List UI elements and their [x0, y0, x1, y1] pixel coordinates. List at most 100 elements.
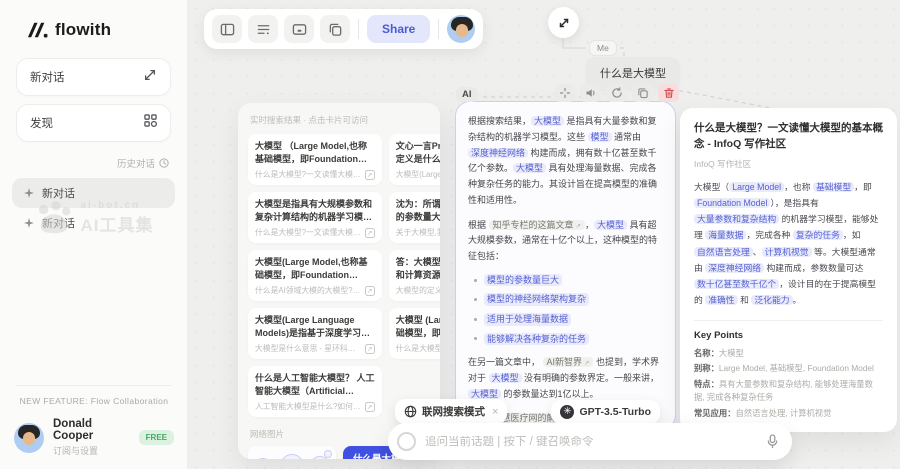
new-feature-banner[interactable]: NEW FEATURE: Flow Collaboration — [14, 396, 174, 406]
card-source: 什么是AI领域大模的大模型?… — [255, 285, 361, 296]
watermark-title: AI工具集 — [81, 211, 154, 236]
highlighted-term[interactable]: 大模型 — [594, 220, 627, 230]
source-preview-panel[interactable]: 什么是大模型？一文读懂大模型的基本概念 - InfoQ 写作社区 InfoQ 写… — [680, 108, 897, 432]
ai-node-label: AI — [456, 87, 478, 102]
ai-paragraph: 根据搜索结果，大模型 是指具有大量参数和复杂结构的机器学习模型。这些 模型 通常… — [468, 114, 663, 209]
search-result-card[interactable]: 大模型(Large Language Models)是指基于深度学习…大模型是什… — [248, 308, 382, 359]
highlighted-term[interactable]: 复杂的任务 — [793, 230, 843, 240]
highlighted-term[interactable]: 大模型 — [513, 163, 546, 173]
source-site: InfoQ 写作社区 — [694, 158, 883, 170]
regenerate-button[interactable] — [606, 84, 627, 102]
card-source: 人工智能大模型是什么?如何… — [255, 401, 361, 412]
external-link-icon: ↗ — [365, 228, 375, 238]
card-title: 什么是人工智能大模型？ 人工智能大模型（Artificial… — [255, 372, 375, 397]
highlighted-term[interactable]: 准确性 — [705, 295, 737, 305]
external-link-icon: ↗ — [365, 402, 375, 412]
model-selector-chip[interactable]: ✳ GPT-3.5-Turbo — [551, 400, 660, 424]
highlighted-term[interactable]: 海量数据 — [705, 230, 746, 240]
duplicate-button[interactable] — [320, 15, 350, 43]
card-title: 大模型 （Large Model,也称基础模型，即Foundation… — [255, 140, 375, 165]
delete-node-button[interactable] — [658, 84, 679, 102]
highlighted-term[interactable]: Foundation Model — [694, 198, 770, 208]
highlighted-term[interactable]: 数十亿甚至数千亿个 — [694, 279, 779, 289]
ai-bullet-list: 模型的参数量巨大模型的神经网络架构复杂适用于处理海量数据能够解决各种复杂的任务 — [474, 274, 663, 345]
image-thumbnail-circles[interactable] — [248, 446, 336, 459]
user-avatar[interactable] — [14, 423, 44, 453]
search-results-header: 实时搜索结果 · 点击卡片可访问 — [250, 114, 430, 126]
highlighted-term[interactable]: 大模型 — [468, 389, 501, 399]
composer-input[interactable] — [425, 436, 766, 448]
key-point-row: 别称：Large Model, 基础模型, Foundation Model — [694, 362, 883, 375]
ai-response-node[interactable]: 根据搜索结果，大模型 是指具有大量参数和复杂结构的机器学习模型。这些 模型 通常… — [455, 101, 676, 430]
share-button[interactable]: Share — [367, 15, 430, 43]
source-link-chip[interactable]: AI新智界↗ — [543, 357, 594, 367]
watermark-domain: ai-bot.cn — [81, 200, 154, 211]
search-result-card[interactable]: 沈为：所谓大模型就是指模型的参数量大，但学术界并没…关于大模型,我和专业人士一…… — [389, 192, 440, 243]
flow-canvas[interactable]: Share Me 什么是大模型 AI 根据搜索结果，大模型 是指具有大量参数和复… — [188, 0, 900, 469]
present-button[interactable] — [284, 15, 314, 43]
highlighted-term[interactable]: 大量参数和复杂结构 — [694, 214, 779, 224]
divider — [694, 320, 883, 321]
sidebar: flowith 新对话 发现 历史对话 新对话 新对话 ai-bot.cn AI… — [0, 0, 188, 469]
read-aloud-button[interactable] — [580, 84, 601, 102]
user-subtitle[interactable]: 订阅与设置 — [53, 444, 130, 457]
highlighted-term[interactable]: 模型的参数量巨大 — [484, 274, 562, 287]
panel-left-icon — [220, 22, 235, 37]
ai-bullet: 适用于处理海量数据 — [474, 313, 663, 326]
highlighted-term[interactable]: 基础模型 — [813, 182, 854, 192]
external-link-icon: ↗ — [576, 223, 581, 230]
discover-button[interactable]: 发现 — [16, 104, 171, 142]
focus-node-button[interactable] — [554, 84, 575, 102]
source-title[interactable]: 什么是大模型？一文读懂大模型的基本概念 - InfoQ 写作社区 — [694, 121, 883, 153]
clock-icon — [159, 158, 169, 168]
history-log-button[interactable] — [248, 15, 278, 43]
highlighted-term[interactable]: 计算机视觉 — [762, 247, 812, 257]
new-chat-button[interactable]: 新对话 — [16, 58, 171, 96]
divider — [438, 19, 439, 39]
highlighted-term[interactable]: 泛化能力 — [751, 295, 792, 305]
search-result-card[interactable]: 大模型是指具有大规模参数和复杂计算结构的机器学习模… 什么是大模型?一文读懂大模…… — [248, 192, 382, 243]
highlighted-term[interactable]: 适用于处理海量数据 — [484, 313, 571, 326]
composer-input-bar[interactable] — [388, 423, 792, 460]
search-result-card[interactable]: 答：大模型是指具有大量参数和计算资源的机器学习模型…大模型的定义是什么?大模型…… — [389, 250, 440, 301]
source-link-chip[interactable]: 知乎专栏的这篇文章↗ — [489, 220, 585, 230]
web-search-mode-chip[interactable]: 联网搜索模式 × — [395, 399, 507, 424]
loader-icon — [397, 432, 416, 451]
collapse-node-button[interactable] — [548, 7, 579, 38]
globe-icon — [404, 405, 417, 418]
toggle-sidebar-button[interactable] — [212, 15, 242, 43]
search-result-card[interactable]: 大模型 (Large Model,也称基础模型，即Foundation…什么是大… — [389, 308, 440, 359]
divider — [358, 19, 359, 39]
close-icon[interactable]: × — [492, 406, 498, 418]
search-result-card[interactable]: 文心一言Prompt：大模型的定义是什么，可以从多个角度…大模型(Large M… — [389, 134, 440, 185]
key-point-row: 特点：具有大量参数和复杂结构, 能够处理海量数据, 完成各种复杂任务 — [694, 378, 883, 404]
compose-icon — [143, 68, 157, 87]
highlighted-term[interactable]: Large Model — [729, 182, 784, 192]
refresh-icon — [611, 87, 623, 99]
paw-icon — [35, 201, 73, 235]
user-row[interactable]: Donald Cooper 订阅与设置 FREE — [14, 418, 174, 457]
toolbar-avatar[interactable] — [447, 15, 475, 43]
copy-icon — [637, 87, 649, 99]
search-result-card[interactable]: 大模型 （Large Model,也称基础模型，即Foundation… 什么是大… — [248, 134, 382, 185]
highlighted-term[interactable]: 深度神经网络 — [705, 263, 764, 273]
card-source: 大模型是什么意思 - 星环科… — [255, 343, 361, 354]
highlighted-term[interactable]: 能够解决各种复杂的任务 — [484, 333, 589, 346]
key-points-list: 名称：大模型别称：Large Model, 基础模型, Foundation M… — [694, 347, 883, 420]
sidebar-bottom: NEW FEATURE: Flow Collaboration Donald C… — [0, 385, 188, 469]
highlighted-term[interactable]: 大模型 — [531, 116, 564, 126]
card-source: 关于大模型,我和专业人士一… — [396, 227, 440, 238]
search-result-card[interactable]: 大模型(Large Model,也称基础模型，即Foundation…什么是AI… — [248, 250, 382, 301]
search-result-card[interactable]: 什么是人工智能大模型？ 人工智能大模型（Artificial… 人工智能大模型是什… — [248, 366, 382, 417]
card-source: 什么是大模型?一文读懂大模… — [255, 227, 361, 238]
highlighted-term[interactable]: 自然语言处理 — [694, 247, 753, 257]
highlighted-term[interactable]: 深度神经网络 — [468, 148, 528, 158]
highlighted-term[interactable]: 模型 — [588, 132, 612, 142]
highlighted-term[interactable]: 模型的神经网络架构复杂 — [484, 293, 589, 306]
card-source: 什么是大模型?一文读懂大模… — [255, 169, 361, 180]
mic-icon[interactable] — [766, 434, 779, 449]
copy-response-button[interactable] — [632, 84, 653, 102]
card-title: 大模型是指具有大规模参数和复杂计算结构的机器学习模… — [255, 198, 375, 223]
window-icon — [292, 22, 307, 37]
highlighted-term[interactable]: 大模型 — [489, 373, 522, 383]
